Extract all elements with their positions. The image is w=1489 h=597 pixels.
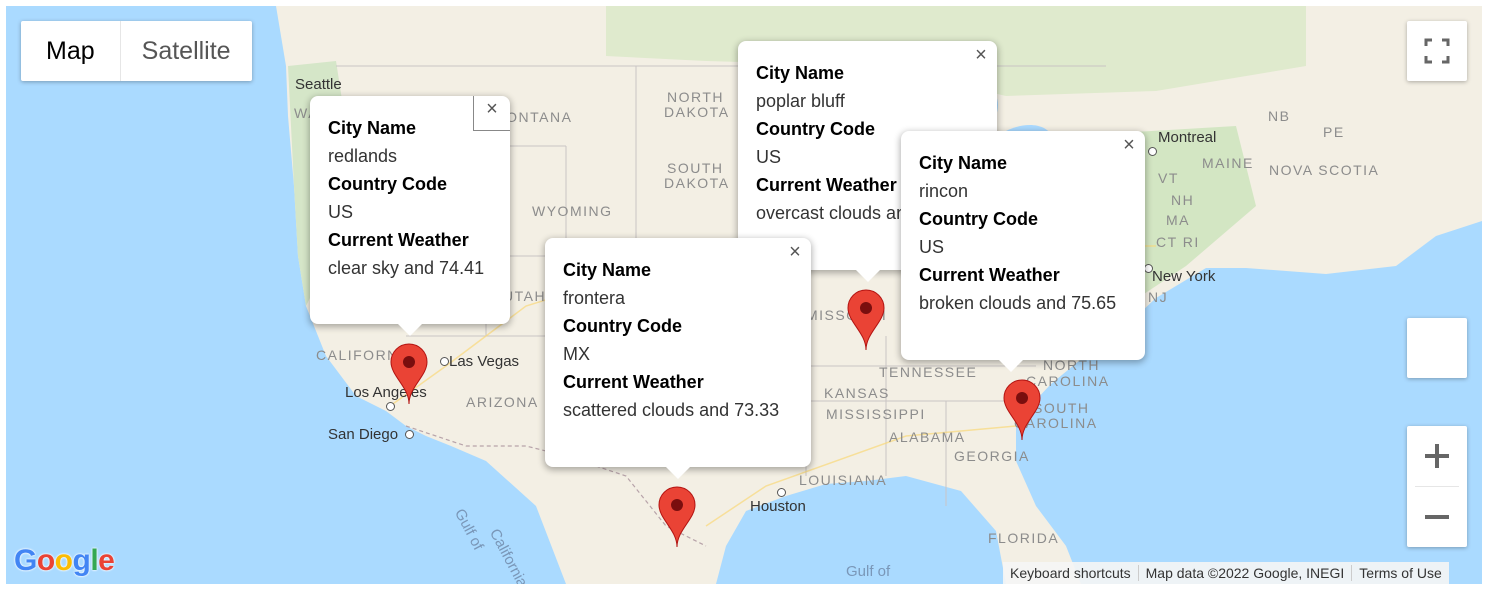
state-label: TENNESSEE (879, 364, 978, 380)
state-label: LOUISIANA (799, 472, 888, 488)
state-label: MISSISSIPPI (826, 406, 926, 422)
state-label: DAKOTA (664, 175, 730, 191)
map-type-map-button[interactable]: Map (21, 21, 121, 81)
city-label-new-york: New York (1152, 268, 1216, 285)
city-name-value: frontera (563, 288, 626, 308)
state-label: NORTH (1043, 357, 1101, 373)
city-label-las-vegas: Las Vegas (449, 353, 520, 370)
info-window-tail (666, 467, 690, 479)
state-label: NH (1171, 192, 1195, 208)
keyboard-shortcuts-link[interactable]: Keyboard shortcuts (1003, 565, 1138, 581)
info-window-rincon: × City Name rincon Country Code US Curre… (901, 131, 1145, 372)
city-name-label: City Name (563, 260, 652, 280)
city-dot (405, 430, 414, 439)
map-marker-rincon[interactable] (1003, 379, 1041, 441)
map-marker-frontera[interactable] (658, 486, 696, 548)
city-name-value: rincon (919, 181, 969, 201)
logo-letter: o (36, 544, 55, 577)
zoom-out-button[interactable] (1407, 487, 1467, 547)
city-label-seattle: Seattle (295, 76, 342, 93)
state-label: CT RI (1156, 234, 1200, 250)
info-window-frontera: × City Name frontera Country Code MX Cur… (545, 238, 811, 479)
city-label-houston: Houston (750, 498, 806, 515)
state-label: NOVA SCOTIA (1269, 162, 1380, 178)
state-label: NORTH (667, 89, 725, 105)
state-label: GEORGIA (954, 448, 1030, 464)
map-type-control: Map Satellite (21, 21, 252, 81)
country-code-label: Country Code (919, 209, 1038, 229)
plus-icon (1425, 444, 1449, 468)
state-label: KANSAS (824, 385, 890, 401)
map-marker-poplar-bluff[interactable] (847, 289, 885, 351)
country-code-value: US (328, 202, 354, 222)
current-weather-label: Current Weather (328, 230, 469, 250)
map-data-text: Map data ©2022 Google, INEGI (1137, 565, 1352, 581)
street-view-button[interactable] (1407, 318, 1467, 378)
google-logo-text: Google (14, 544, 115, 577)
state-label: DAKOTA (664, 104, 730, 120)
city-name-value: poplar bluff (756, 91, 845, 111)
minus-icon (1425, 515, 1449, 519)
state-label: PE (1323, 124, 1345, 140)
logo-letter: e (98, 544, 115, 577)
info-window-tail (855, 270, 880, 282)
current-weather-label: Current Weather (919, 265, 1060, 285)
close-icon[interactable]: × (785, 242, 805, 262)
city-name-value: redlands (328, 146, 398, 166)
state-label: SOUTH (1033, 400, 1090, 416)
country-code-label: Country Code (563, 316, 682, 336)
logo-letter: g (72, 544, 91, 577)
city-name-label: City Name (756, 63, 845, 83)
map-marker-redlands[interactable] (390, 343, 428, 405)
logo-letter: l (90, 544, 99, 577)
state-label: MA (1166, 212, 1190, 228)
close-icon[interactable]: × (971, 45, 991, 65)
info-window-tail (398, 324, 422, 336)
state-label: ARIZONA (466, 394, 539, 410)
current-weather-value: scattered clouds and 73.33 (563, 400, 780, 420)
current-weather-value: broken clouds and 75.65 (919, 293, 1117, 313)
city-label-san-diego: San Diego (328, 426, 399, 443)
info-window-tail (999, 360, 1023, 372)
current-weather-label: Current Weather (563, 372, 704, 392)
city-label-montreal: Montreal (1158, 129, 1217, 146)
state-label: NJ (1148, 289, 1169, 305)
state-label: WYOMING (532, 203, 613, 219)
logo-letter: G (14, 544, 37, 577)
current-weather-value: clear sky and 74.41 (328, 258, 485, 278)
country-code-value: MX (563, 344, 590, 364)
state-label: MAINE (1202, 155, 1254, 171)
google-logo[interactable]: Google (14, 544, 115, 578)
water-label: Gulf of (846, 563, 891, 580)
city-dot (1148, 147, 1157, 156)
map-type-satellite-button[interactable]: Satellite (121, 21, 252, 81)
fullscreen-button[interactable] (1407, 21, 1467, 81)
state-label: NB (1268, 108, 1291, 124)
city-dot (440, 357, 449, 366)
state-label: FLORIDA (988, 530, 1060, 546)
logo-letter: o (54, 544, 73, 577)
close-icon[interactable]: × (473, 96, 510, 131)
info-window-redlands: × City Name redlands Country Code US Cur… (310, 96, 510, 336)
city-name-label: City Name (919, 153, 1008, 173)
zoom-control (1407, 426, 1467, 547)
state-label: VT (1158, 170, 1179, 186)
zoom-in-button[interactable] (1407, 426, 1467, 486)
state-label: SOUTH (667, 160, 724, 176)
city-dot (777, 488, 786, 497)
close-icon[interactable]: × (1119, 135, 1139, 155)
country-code-label: Country Code (328, 174, 447, 194)
city-name-label: City Name (328, 118, 417, 138)
terms-of-use-link[interactable]: Terms of Use (1351, 565, 1449, 581)
attribution-bar: Keyboard shortcuts Map data ©2022 Google,… (1003, 562, 1449, 584)
state-label: ALABAMA (889, 429, 966, 445)
country-code-value: US (919, 237, 945, 257)
fullscreen-icon (1424, 38, 1450, 64)
